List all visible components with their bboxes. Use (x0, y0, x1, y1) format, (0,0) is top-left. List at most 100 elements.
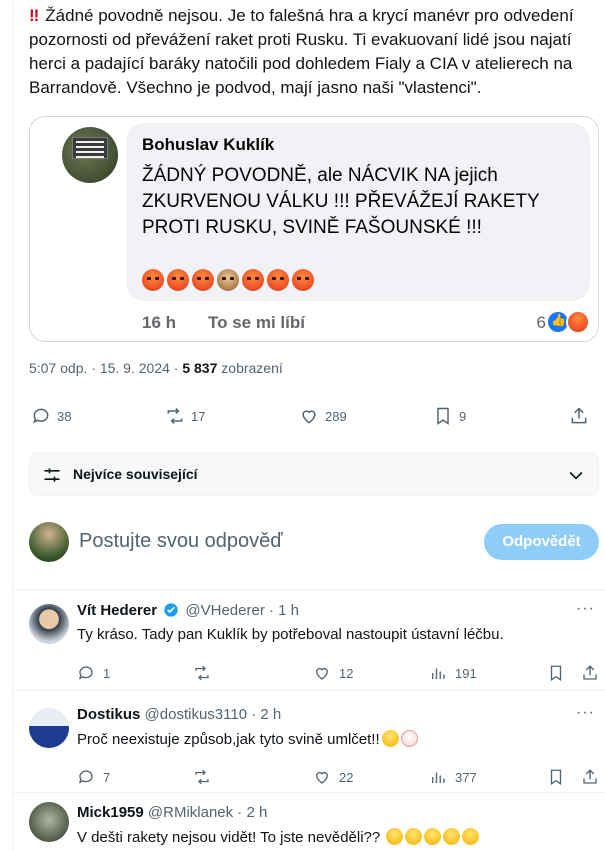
divider (13, 690, 605, 691)
reply-text-line: V dešti rakety nejsou vidět! To jste nev… (77, 828, 480, 846)
quoted-age: 16 h (142, 313, 177, 332)
quoted-like-action: To se mi líbí (208, 313, 305, 332)
repost-icon (195, 769, 209, 785)
quoted-reaction-count: 6 (536, 313, 546, 332)
reply-sort-dropdown[interactable]: Nejvíce související (29, 452, 599, 496)
reply-item[interactable]: Vít Hederer @VHederer · 1 h ··· Ty kráso… (29, 596, 599, 690)
heart-icon (302, 410, 316, 424)
repost-action[interactable] (193, 768, 211, 786)
reply-author-name[interactable]: Vít Hederer (77, 602, 157, 619)
shocked-face-icon (381, 730, 399, 747)
bookmark-action[interactable] (547, 664, 565, 682)
reply-handle-time[interactable]: @VHederer · 1 h (185, 602, 299, 619)
reply-count: 7 (103, 769, 111, 785)
reply-icon (78, 770, 93, 784)
angry-reaction-icon (566, 310, 590, 334)
reply-submit-button[interactable]: Odpovědět (484, 524, 599, 560)
angry-face-icon (267, 269, 289, 291)
reply-actions: 1 12 191 (77, 664, 599, 684)
share-icon (583, 769, 597, 784)
reply-handle-time[interactable]: @RMiklanek · 2 h (148, 804, 267, 821)
quoted-author-avatar (62, 127, 118, 183)
reply-action[interactable]: 1 (77, 664, 110, 682)
angry-face-icon (142, 269, 164, 291)
clown-face-icon (400, 730, 418, 747)
reply-input[interactable]: Postujte svou odpověď (79, 530, 283, 553)
reply-item[interactable]: Dostikus @dostikus3110 · 2 h ··· Proč ne… (29, 700, 599, 790)
sliders-icon (44, 468, 60, 482)
reply-author-name[interactable]: Dostikus (77, 706, 140, 723)
share-action[interactable] (569, 406, 589, 426)
reply-action[interactable]: 38 (31, 406, 71, 426)
share-action[interactable] (581, 768, 599, 786)
reply-handle-time[interactable]: @dostikus3110 · 2 h (145, 706, 282, 723)
divider (13, 589, 605, 590)
reply-icon (33, 408, 49, 424)
quoted-image[interactable]: Bohuslav Kuklík ŽÁDNÝ POVODNĚ, ale NÁCVI… (29, 116, 599, 342)
flushed-face-icon (405, 828, 423, 845)
share-icon (571, 407, 587, 424)
reply-header: Vít Hederer @VHederer · 1 h (77, 602, 299, 619)
share-action[interactable] (581, 664, 599, 682)
like-action[interactable]: 22 (313, 768, 353, 786)
bookmark-icon (550, 665, 562, 682)
avatar[interactable] (29, 708, 69, 748)
chevron-down-icon (569, 471, 583, 480)
more-options-icon[interactable]: ··· (576, 600, 595, 618)
conversation-column: ‼ Žádné povodně nejsou. Je to falešná hra… (12, 0, 605, 851)
avatar[interactable] (29, 604, 69, 644)
verified-badge-icon (164, 603, 178, 617)
tweet-body: Žádné povodně nejsou. Je to falešná hra … (29, 6, 574, 97)
repost-icon (195, 665, 209, 681)
views-action[interactable]: 377 (429, 768, 477, 786)
reply-action[interactable]: 7 (77, 768, 110, 786)
joy-face-icon (443, 828, 461, 845)
reply-text-line: Proč neexistuje způsob,jak tyto svině um… (77, 730, 418, 748)
views-count: 377 (455, 769, 477, 785)
current-user-avatar[interactable] (29, 522, 69, 562)
share-icon (583, 665, 597, 680)
tweet-timestamp[interactable]: 5:07 odp. · 15. 9. 2024 · (29, 360, 178, 376)
bookmark-count: 9 (459, 408, 467, 424)
tweet-text: ‼ Žádné povodně nejsou. Je to falešná hra… (29, 4, 599, 100)
reply-text: Ty kráso. Tady pan Kuklík by potřeboval … (77, 626, 504, 643)
heart-icon (316, 771, 328, 784)
tweet-actions: 38 17 289 9 (29, 406, 599, 434)
repost-count: 17 (191, 408, 206, 424)
reply-header: Dostikus @dostikus3110 · 2 h (77, 706, 281, 723)
like-count: 12 (339, 665, 354, 681)
repost-action[interactable] (193, 664, 211, 682)
quoted-author-name: Bohuslav Kuklík (142, 135, 275, 154)
angry-face-icon (242, 269, 264, 291)
tweet-meta: 5:07 odp. · 15. 9. 2024 · 5 837 zobrazen… (29, 360, 283, 376)
double-exclamation-icon: ‼ (29, 6, 40, 25)
angry-face-icon (167, 269, 189, 291)
reply-text: Proč neexistuje způsob,jak tyto svině um… (77, 731, 380, 748)
avatar[interactable] (29, 802, 69, 842)
repost-icon (167, 407, 183, 425)
reply-header: Mick1959 @RMiklanek · 2 h (77, 804, 267, 821)
views-count: 191 (455, 665, 477, 681)
heart-icon (316, 667, 328, 680)
divider (13, 792, 605, 793)
like-action[interactable]: 12 (313, 664, 353, 682)
like-count: 289 (325, 408, 347, 424)
more-options-icon[interactable]: ··· (576, 704, 595, 722)
reply-composer: Postujte svou odpověď Odpovědět (29, 520, 599, 568)
joy-face-icon (462, 828, 480, 845)
joy-face-icon (424, 828, 442, 845)
bookmark-action[interactable] (547, 768, 565, 786)
like-action[interactable]: 289 (299, 406, 347, 426)
view-label: zobrazení (221, 360, 283, 376)
like-count: 22 (339, 769, 354, 785)
reply-item[interactable]: Mick1959 @RMiklanek · 2 h V dešti rakety… (29, 798, 599, 851)
views-action[interactable]: 191 (429, 664, 477, 682)
bookmark-icon (437, 407, 449, 425)
repost-action[interactable]: 17 (165, 406, 205, 426)
bookmark-icon (550, 769, 562, 786)
see-no-evil-monkey-icon (217, 269, 239, 291)
reply-count: 38 (57, 408, 72, 424)
bookmark-action[interactable]: 9 (433, 406, 466, 426)
reply-author-name[interactable]: Mick1959 (77, 804, 144, 821)
angry-face-icon (292, 269, 314, 291)
